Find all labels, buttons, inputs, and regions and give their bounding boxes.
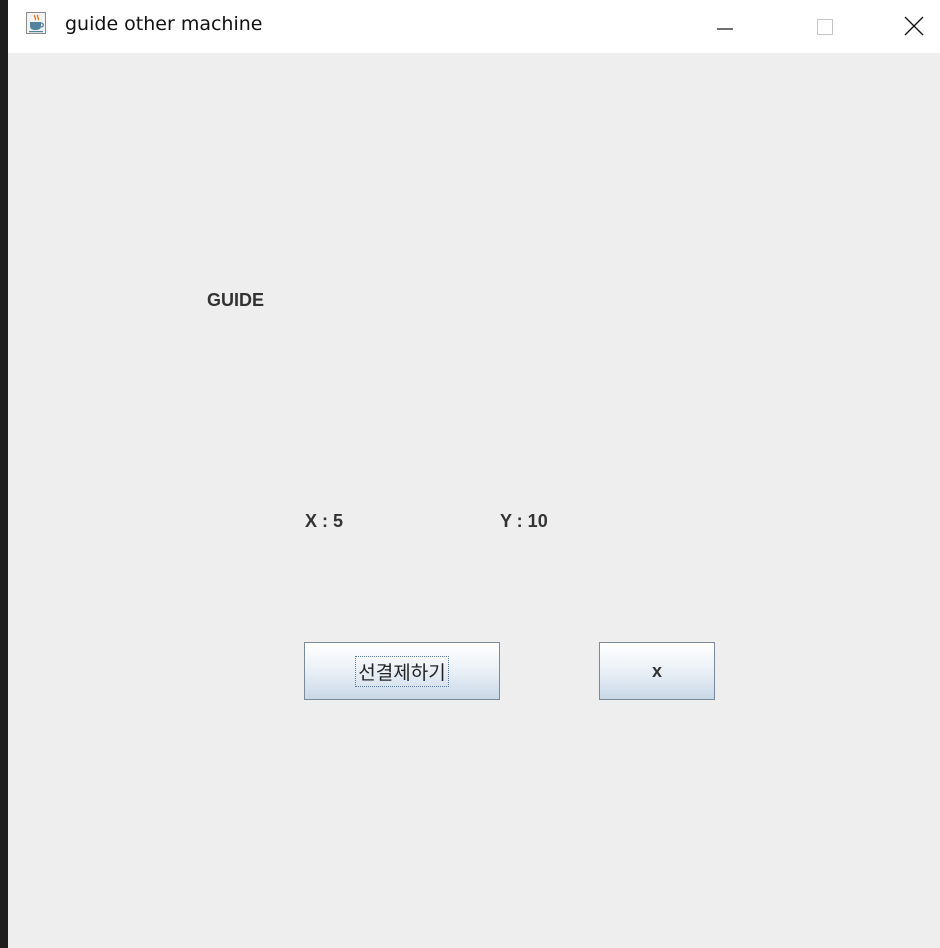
y-coordinate-label: Y : 10 xyxy=(500,511,548,531)
minimize-icon xyxy=(695,28,755,57)
window-title: guide other machine xyxy=(65,13,263,35)
release-button[interactable]: 선결제하기 xyxy=(304,642,500,700)
guide-heading: GUIDE xyxy=(207,290,265,310)
maximize-icon xyxy=(795,19,855,57)
minimize-button[interactable] xyxy=(695,0,755,53)
close-icon xyxy=(884,16,940,57)
maximize-button[interactable] xyxy=(795,0,855,53)
x-button[interactable]: x xyxy=(599,642,715,700)
x-button-label: x xyxy=(651,660,662,681)
app-window: guide other machine GUIDE X: 5 Y: 10 선… xyxy=(8,0,940,948)
release-button-label: 선결제하기 xyxy=(355,655,449,687)
close-button[interactable] xyxy=(884,0,940,53)
java-cup-icon xyxy=(26,12,46,34)
x-coordinate-label: X : 5 xyxy=(305,511,344,531)
title-bar[interactable]: guide other machine xyxy=(8,0,940,53)
